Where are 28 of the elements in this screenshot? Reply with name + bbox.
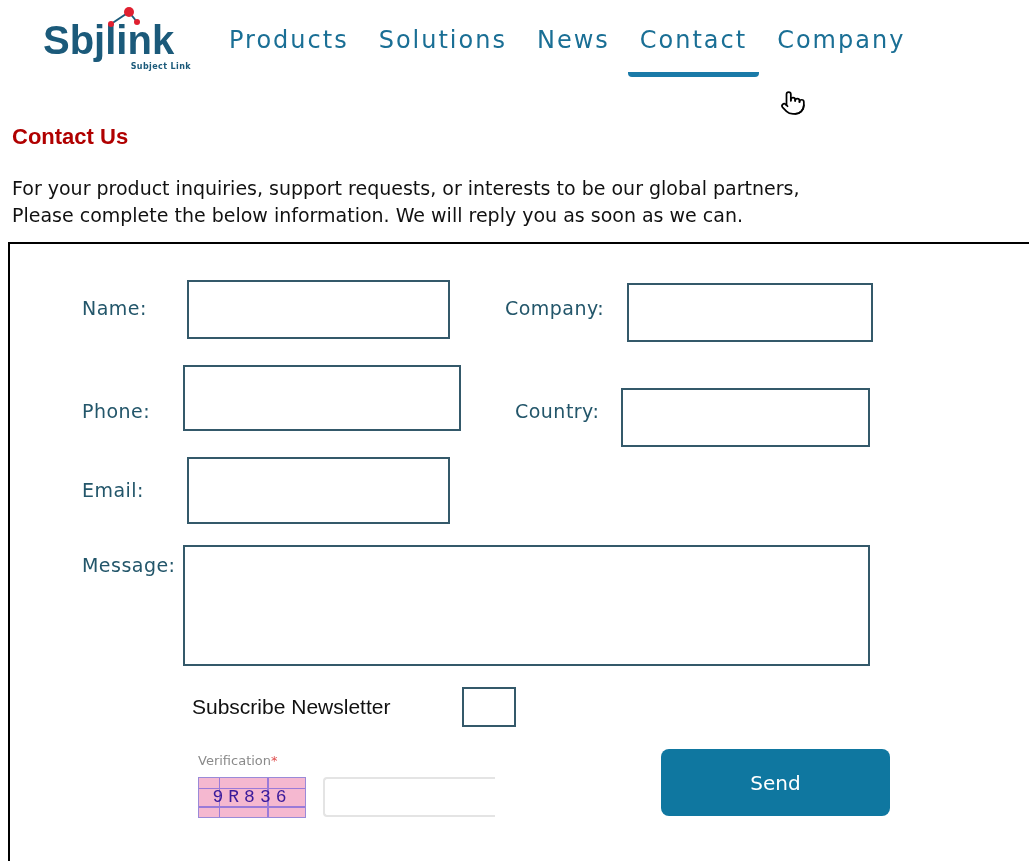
verification-label: Verification* [198, 752, 279, 770]
field-label: Message: [82, 553, 177, 578]
nav-link[interactable]: Contact [627, 24, 760, 77]
nav-link[interactable]: Products [217, 24, 361, 77]
verification-field[interactable] [323, 777, 495, 817]
message-field[interactable] [183, 545, 870, 666]
send-button[interactable]: Send [661, 749, 890, 816]
input-field[interactable] [183, 365, 461, 431]
input-field[interactable] [187, 457, 450, 524]
intro-paragraph: For your product inquiries, support requests, or interests to be our global partners, Please complete the below information. We will reply you as soon as we can. [12, 176, 801, 228]
field-label: Phone: [82, 399, 152, 424]
nav-link[interactable]: Company [765, 24, 918, 77]
field-label: Email: [82, 478, 145, 503]
subscribe-checkbox[interactable] [462, 687, 516, 727]
nav-link[interactable]: Solutions [366, 24, 519, 77]
logo-tagline: Subject Link [130, 62, 191, 72]
input-field[interactable] [621, 388, 870, 447]
input-field[interactable] [627, 283, 873, 342]
field-label: Company: [505, 296, 606, 321]
field-label: Country: [515, 399, 601, 424]
input-field[interactable] [187, 280, 450, 339]
subscribe-label: Subscribe Newsletter [192, 694, 392, 721]
field-label: Name: [82, 296, 148, 321]
nav-link[interactable]: News [524, 24, 622, 77]
logo-text[interactable]: Sbjlink [43, 18, 175, 62]
page-heading: Contact Us [12, 123, 130, 151]
captcha-image: 9R836 [198, 776, 306, 818]
hand-cursor-icon [780, 90, 806, 116]
